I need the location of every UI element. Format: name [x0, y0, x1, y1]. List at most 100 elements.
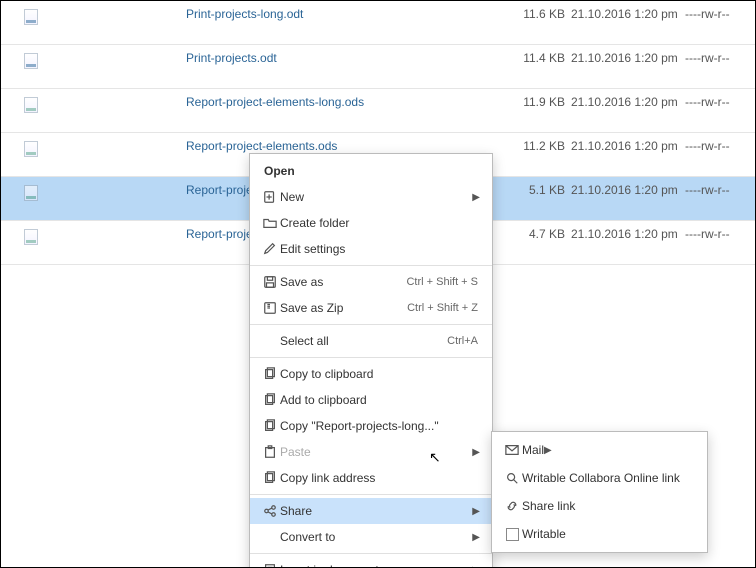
- menu-item-add-to-clipboard[interactable]: Add to clipboard: [250, 387, 492, 413]
- submenu-arrow-icon: ▶: [472, 532, 482, 543]
- submenu-arrow-icon: ▶: [544, 445, 552, 456]
- menu-separator: [250, 357, 492, 358]
- menu-item-save-as[interactable]: Save asCtrl + Shift + S: [250, 269, 492, 295]
- file-type-icon: [1, 51, 61, 72]
- copy-icon: [260, 471, 280, 485]
- search-icon: [502, 471, 522, 485]
- file-date-cell: 21.10.2016 1:20 pm: [565, 227, 681, 243]
- menu-item-label: Edit settings: [280, 242, 482, 256]
- menu-item-save-as-zip[interactable]: Save as ZipCtrl + Shift + Z: [250, 295, 492, 321]
- disk-icon: [260, 275, 280, 289]
- file-date-cell: 21.10.2016 1:20 pm: [565, 183, 681, 199]
- file-size-cell: 11.9 KB: [505, 95, 565, 109]
- file-type-icon: [1, 7, 61, 28]
- menu-item-label: Convert to: [280, 530, 472, 544]
- menu-item-insert-in-document[interactable]: Insert in document▶: [250, 557, 492, 568]
- submenu-arrow-icon: ▶: [472, 506, 482, 517]
- file-link[interactable]: Report-project-elements.ods: [186, 139, 337, 153]
- link-icon: [502, 499, 522, 513]
- file-size-cell: 11.6 KB: [505, 7, 565, 21]
- menu-item-label: Paste: [280, 445, 472, 459]
- menu-item-new[interactable]: New▶: [250, 184, 492, 210]
- file-date-cell: 21.10.2016 1:20 pm: [565, 51, 681, 67]
- paste-icon: [260, 445, 280, 459]
- menu-item-share[interactable]: Share▶: [250, 498, 492, 524]
- menu-item-edit-settings[interactable]: Edit settings: [250, 236, 492, 262]
- submenu-item-label: Writable: [522, 527, 566, 541]
- file-type-icon: [1, 95, 61, 116]
- menu-item-label: New: [280, 190, 472, 204]
- submenu-arrow-icon: ▶: [472, 565, 482, 568]
- menu-shortcut: Ctrl + Shift + S: [406, 276, 482, 288]
- menu-item-label: Share: [280, 504, 472, 518]
- file-size-cell: 11.2 KB: [505, 139, 565, 153]
- file-type-icon: [1, 227, 61, 248]
- file-link[interactable]: Print-projects.odt: [186, 51, 277, 65]
- file-perm-cell: ----rw-r--: [681, 183, 755, 197]
- menu-item-select-all[interactable]: Select allCtrl+A: [250, 328, 492, 354]
- file-perm-cell: ----rw-r--: [681, 227, 755, 241]
- menu-item-label: Copy to clipboard: [280, 367, 482, 381]
- menu-item-copy-link-address[interactable]: Copy link address: [250, 465, 492, 491]
- submenu-item-mail[interactable]: Mail▶: [492, 436, 707, 464]
- submenu-item-label: Share link: [522, 499, 575, 513]
- copy-icon: [260, 393, 280, 407]
- pencil-icon: [260, 242, 280, 256]
- menu-item-label: Insert in document: [280, 563, 472, 568]
- file-perm-cell: ----rw-r--: [681, 7, 755, 21]
- file-row[interactable]: Report-project-elements-long.ods 11.9 KB2…: [1, 89, 755, 133]
- menu-item-convert-to[interactable]: Convert to▶: [250, 524, 492, 550]
- file-size-cell: 4.7 KB: [505, 227, 565, 241]
- file-date-cell: 21.10.2016 1:20 pm: [565, 139, 681, 155]
- menu-item-label: Save as: [280, 275, 406, 289]
- checkbox-icon: [502, 528, 522, 541]
- screenshot-frame: Print-projects-long.odt 11.6 KB 21.10.2016…: [0, 0, 756, 568]
- file-size-cell: 5.1 KB: [505, 183, 565, 197]
- menu-item-label: Save as Zip: [280, 301, 407, 315]
- file-perm-cell: ----rw-r--: [681, 95, 755, 109]
- submenu-item-label: Mail: [522, 443, 544, 457]
- menu-shortcut: Ctrl + Shift + Z: [407, 302, 482, 314]
- file-row[interactable]: Print-projects.odt 11.4 KB21.10.2016 1:20…: [1, 45, 755, 89]
- file-name-cell: Report-project-elements.ods: [61, 139, 505, 153]
- submenu-arrow-icon: ▶: [472, 447, 482, 458]
- folder-icon: [260, 216, 280, 230]
- insert-icon: [260, 563, 280, 568]
- file-name-cell: Report-project-elements-long.ods: [61, 95, 505, 109]
- menu-shortcut: Ctrl+A: [447, 335, 482, 347]
- menu-header: Open: [250, 158, 492, 184]
- file-name-cell: Print-projects.odt: [61, 51, 505, 65]
- file-row[interactable]: Print-projects-long.odt11.6 KB21.10.2016…: [1, 1, 755, 45]
- file-type-icon: [1, 139, 61, 160]
- menu-item-label: Select all: [280, 334, 447, 348]
- file-link[interactable]: Report-project-elements-long.ods: [186, 95, 364, 109]
- file-type-icon: [1, 183, 61, 204]
- menu-item-label: Copy link address: [280, 471, 482, 485]
- plus-icon: [260, 190, 280, 204]
- file-perm-cell: ----rw-r--: [681, 139, 755, 153]
- mail-icon: [502, 443, 522, 457]
- menu-separator: [250, 494, 492, 495]
- menu-item-create-folder[interactable]: Create folder: [250, 210, 492, 236]
- menu-item-copy-to-clipboard[interactable]: Copy to clipboard: [250, 361, 492, 387]
- zip-icon: [260, 301, 280, 315]
- submenu-item-label: Writable Collabora Online link: [522, 471, 680, 485]
- menu-item-copy-report-projects-long[interactable]: Copy "Report-projects-long...": [250, 413, 492, 439]
- submenu-item-writable-collabora-online-link[interactable]: Writable Collabora Online link: [492, 464, 707, 492]
- context-menu: OpenNew▶Create folderEdit settingsSave a…: [249, 153, 493, 568]
- copy-icon: [260, 419, 280, 433]
- file-size-cell: 11.4 KB: [505, 51, 565, 65]
- menu-separator: [250, 324, 492, 325]
- file-link[interactable]: Print-projects-long.odt: [186, 7, 303, 21]
- share-submenu: Mail▶ Writable Collabora Online link Share…: [491, 431, 708, 553]
- submenu-arrow-icon: ▶: [472, 192, 482, 203]
- file-name-cell: Print-projects-long.odt: [61, 7, 505, 21]
- menu-item-label: Add to clipboard: [280, 393, 482, 407]
- menu-item-paste: Paste▶: [250, 439, 492, 465]
- file-date-cell: 21.10.2016 1:20 pm: [565, 95, 681, 111]
- share-icon: [260, 504, 280, 518]
- submenu-item-share-link[interactable]: Share link: [492, 492, 707, 520]
- file-perm-cell: ----rw-r--: [681, 51, 755, 65]
- submenu-item-writable[interactable]: Writable: [492, 520, 707, 548]
- menu-separator: [250, 265, 492, 266]
